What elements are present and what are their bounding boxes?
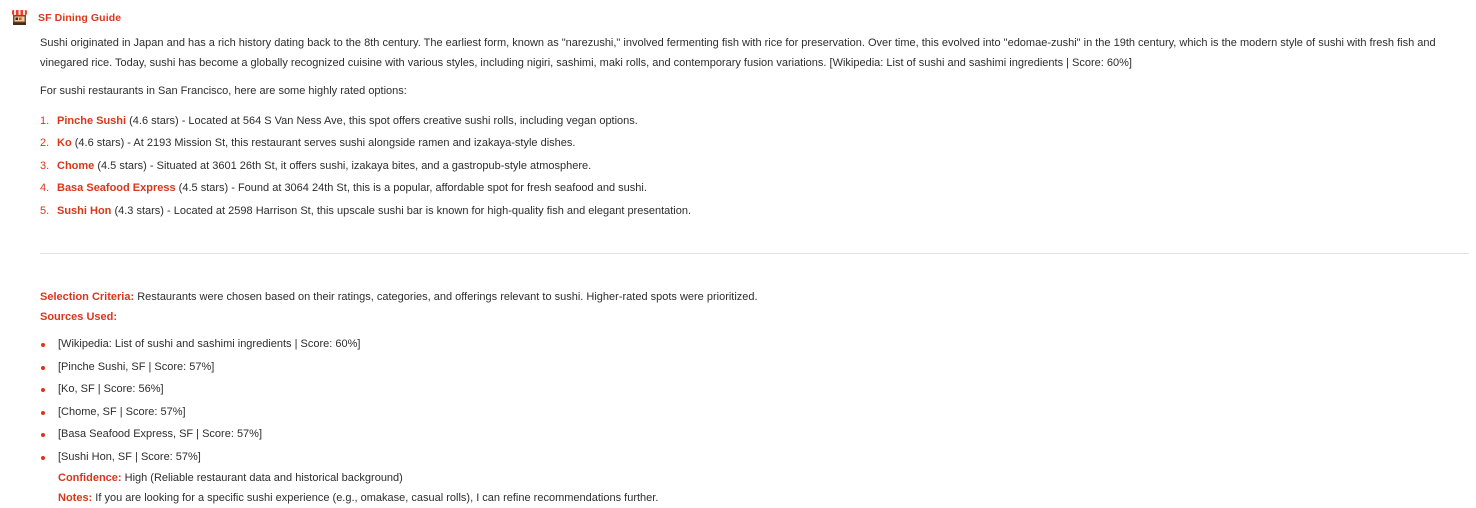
restaurant-name: Basa Seafood Express — [57, 182, 176, 194]
selection-criteria: Selection Criteria: Restaurants were cho… — [40, 288, 1472, 308]
list-number: 2. — [40, 137, 50, 149]
restaurant-detail: (4.3 stars) - Located at 2598 Harrison S… — [111, 204, 692, 217]
list-number: 1. — [40, 114, 50, 127]
list-item: [Basa Seafood Express, SF | Score: 57%] — [40, 423, 1472, 446]
restaurant-name: Pinche Sushi — [57, 114, 127, 127]
list-item: [Wikipedia: List of sushi and sashimi in… — [40, 333, 1472, 356]
bullet-icon — [41, 433, 45, 437]
list-number: 4. — [40, 182, 50, 194]
section-divider — [40, 253, 1469, 254]
source-text: [Sushi Hon, SF | Score: 57%] — [58, 450, 201, 463]
restaurant-detail: (4.6 stars) - At 2193 Mission St, this r… — [71, 137, 576, 149]
source-text: [Chome, SF | Score: 57%] — [58, 405, 186, 418]
restaurant-name: Ko — [57, 137, 72, 149]
restaurant-detail: (4.5 stars) - Found at 3064 24th St, thi… — [175, 182, 647, 194]
list-item: [Pinche Sushi, SF | Score: 57%] — [40, 356, 1472, 379]
restaurant-stand-icon — [12, 10, 27, 25]
confidence-label: Confidence: — [58, 472, 122, 484]
bullet-icon — [41, 388, 45, 392]
source-text: [Basa Seafood Express, SF | Score: 57%] — [58, 428, 263, 440]
sources-label: Sources Used: — [40, 310, 118, 323]
message-body: Sushi originated in Japan and has a rich… — [40, 34, 1472, 508]
list-number: 3. — [40, 159, 50, 172]
restaurant-detail: (4.5 stars) - Situated at 3601 26th St, … — [94, 159, 592, 172]
list-item: 5. Sushi Hon (4.3 stars) - Located at 259… — [40, 200, 1472, 223]
criteria-text: Restaurants were chosen based on their r… — [134, 291, 758, 303]
notes-label: Notes: — [58, 492, 93, 504]
list-number: 5. — [40, 204, 50, 217]
criteria-label: Selection Criteria: — [40, 291, 135, 303]
notes-line: Notes: If you are looking for a specific… — [58, 488, 1472, 508]
source-text: [Ko, SF | Score: 56%] — [58, 383, 164, 395]
restaurant-detail: (4.6 stars) - Located at 564 S Van Ness … — [126, 114, 638, 127]
restaurant-list: 1. Pinche Sushi (4.6 stars) - Located at … — [40, 110, 1472, 223]
confidence-text: High (Reliable restaurant data and histo… — [121, 472, 403, 484]
bullet-icon — [41, 410, 45, 415]
intro-paragraph: Sushi originated in Japan and has a rich… — [40, 37, 1436, 69]
confidence-line: Confidence: High (Reliable restaurant da… — [58, 468, 1472, 488]
source-text: [Pinche Sushi, SF | Score: 57%] — [58, 360, 215, 373]
list-item: [Sushi Hon, SF | Score: 57%] — [40, 446, 1472, 469]
source-text: [Wikipedia: List of sushi and sashimi in… — [58, 338, 361, 350]
restaurant-name: Sushi Hon — [57, 204, 112, 217]
notes-text: If you are looking for a specific sushi … — [92, 492, 659, 504]
list-item: [Chome, SF | Score: 57%] — [40, 401, 1472, 424]
sources-list: [Wikipedia: List of sushi and sashimi in… — [40, 333, 1472, 468]
list-item: 2. Ko (4.6 stars) - At 2193 Mission St, t… — [40, 132, 1472, 155]
list-item: 4. Basa Seafood Express (4.5 stars) - Fou… — [40, 177, 1472, 200]
list-item: 1. Pinche Sushi (4.6 stars) - Located at … — [40, 110, 1472, 133]
message-header: SF Dining Guide — [11, 9, 121, 26]
lead-paragraph: For sushi restaurants in San Francisco, … — [40, 85, 407, 97]
list-item: [Ko, SF | Score: 56%] — [40, 378, 1472, 401]
sources-heading: Sources Used: — [40, 308, 1472, 328]
bullet-icon — [41, 343, 45, 347]
bullet-icon — [41, 365, 45, 370]
response-meta: Confidence: High (Reliable restaurant da… — [40, 468, 1472, 508]
bullet-icon — [41, 455, 45, 460]
restaurant-name: Chome — [57, 159, 95, 172]
list-item: 3. Chome (4.5 stars) - Situated at 3601 2… — [40, 155, 1472, 178]
app-name: SF Dining Guide — [38, 11, 122, 24]
